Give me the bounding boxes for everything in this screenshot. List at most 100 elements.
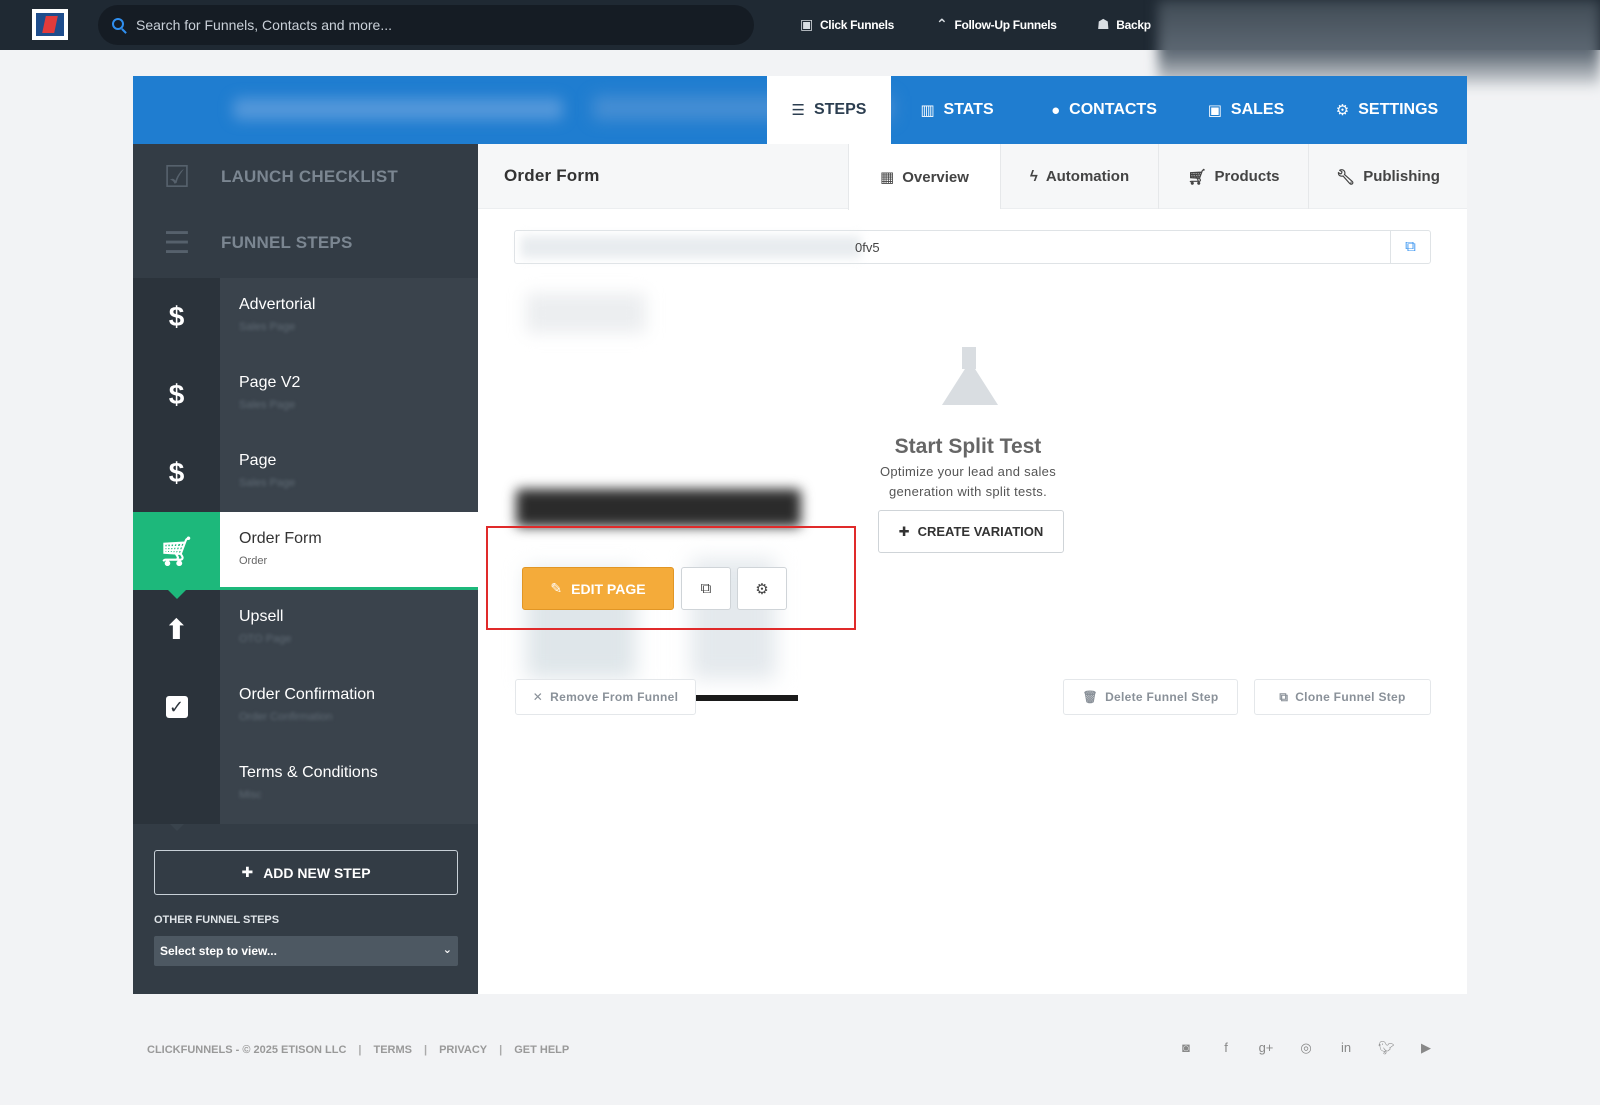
copy-icon: ⧉ (1279, 689, 1289, 704)
backpack-icon: ☗ (1097, 16, 1110, 32)
search-input[interactable] (136, 5, 736, 45)
step-icon-order-form[interactable]: 🛒︎ (133, 512, 220, 599)
follow-up-icon: ⌃ (936, 16, 948, 32)
global-search[interactable] (98, 5, 754, 45)
funnel-name-blurred (233, 98, 563, 120)
step-detail-panel: Order Form ▦ Overview ϟ Automation 🛒︎ Pr… (478, 144, 1467, 994)
clone-funnel-step-button[interactable]: ⧉ Clone Funnel Step (1254, 679, 1431, 715)
split-test-panel: Start Split Test Optimize your lead and … (863, 347, 1073, 502)
tab-sales[interactable]: ▣ SALES (1185, 76, 1307, 144)
footer-privacy-link[interactable]: PRIVACY (439, 1044, 487, 1056)
subtab-products-label: Products (1214, 168, 1280, 185)
subtab-automation[interactable]: ϟ Automation (1000, 144, 1158, 209)
instagram-icon[interactable]: ◎ (1298, 1040, 1314, 1056)
top-navbar: ▣ Click Funnels ⌃ Follow-Up Funnels ☗ Ba… (0, 0, 1600, 86)
footer-help-link[interactable]: GET HELP (514, 1044, 569, 1056)
subtab-products[interactable]: 🛒︎ Products (1158, 144, 1308, 209)
bolt-icon: ϟ (1029, 168, 1038, 185)
delete-funnel-step-button[interactable]: 🗑︎ Delete Funnel Step (1063, 679, 1238, 715)
linkedin-icon[interactable]: in (1338, 1040, 1354, 1056)
step-subtitle: Sales Page (239, 399, 296, 411)
step-title: Order Confirmation (239, 686, 376, 703)
other-steps-select[interactable]: Select step to view... ⌄ (154, 936, 458, 966)
footer-separator: | (423, 1044, 428, 1056)
menu-icon: ☰ (163, 226, 191, 260)
tab-contacts-label: CONTACTS (1069, 101, 1157, 118)
sidebar-step-order-form[interactable]: Order Form Order (220, 512, 478, 590)
step-title: Order Form (239, 530, 322, 547)
youtube-icon[interactable]: ▶ (1418, 1040, 1434, 1056)
rss-icon[interactable]: ◙ (1178, 1040, 1194, 1056)
nav-follow-up-funnels[interactable]: ⌃ Follow-Up Funnels (936, 16, 1057, 33)
close-icon: ✕ (532, 690, 544, 704)
footer-copyright: CLICKFUNNELS - © 2025 ETISON LLC (147, 1044, 347, 1056)
flask-icon (938, 347, 998, 409)
subtab-publishing-label: Publishing (1363, 168, 1440, 185)
external-link-icon[interactable]: ⧉ (1390, 231, 1430, 263)
account-area-blurred (1158, 0, 1600, 86)
nav-backpack[interactable]: ☗ Backp (1097, 16, 1151, 33)
google-plus-icon[interactable]: g+ (1258, 1040, 1274, 1056)
cart-icon: 🛒︎ (1187, 168, 1207, 186)
twitter-icon[interactable]: 🐦︎ (1378, 1040, 1395, 1056)
funnel-steps-label: FUNNEL STEPS (221, 233, 353, 252)
tab-stats[interactable]: ▥ STATS (891, 76, 1023, 144)
sidebar-step-page-v2[interactable]: Page V2 Sales Page (220, 356, 478, 434)
remove-from-funnel-button[interactable]: ✕ Remove From Funnel (515, 679, 696, 715)
facebook-icon[interactable]: f (1218, 1040, 1234, 1056)
dollar-icon: $ (168, 379, 185, 410)
step-subtitle: Misc (239, 789, 262, 801)
arrow-up-icon: ⬆ (164, 613, 189, 645)
footer-separator: | (499, 1044, 503, 1056)
page-settings-button[interactable]: ⚙ (737, 567, 787, 610)
clickfunnels-logo[interactable] (32, 9, 68, 40)
nav-backpack-label: Backp (1116, 17, 1151, 32)
edit-page-label: EDIT PAGE (571, 580, 646, 597)
sidebar-step-upsell[interactable]: Upsell OTO Page (220, 590, 478, 668)
launch-checklist[interactable]: ☑ LAUNCH CHECKLIST (133, 144, 478, 210)
subtab-publishing[interactable]: 🔧︎ Publishing (1308, 144, 1467, 209)
page-preview-thumbnail[interactable] (516, 289, 801, 699)
subtab-overview-label: Overview (902, 168, 969, 186)
tab-contacts[interactable]: ● CONTACTS (1023, 76, 1185, 144)
checkbox-icon: ✓ (165, 696, 188, 718)
plus-icon: ✚ (898, 523, 910, 539)
chevron-down-icon: ⌄ (442, 944, 452, 956)
step-subtitle: Sales Page (239, 321, 296, 333)
step-title: Page V2 (239, 374, 301, 391)
step-icon-terms[interactable] (133, 746, 220, 831)
external-link-icon: ⧉ (700, 580, 712, 597)
sidebar-step-terms[interactable]: Terms & Conditions Misc (220, 746, 478, 824)
add-new-step-button[interactable]: ✚ ADD NEW STEP (154, 850, 458, 895)
step-icon-order-confirmation[interactable]: ✓ (133, 668, 220, 753)
tab-steps[interactable]: ☰ STEPS (767, 76, 891, 144)
sidebar-step-advertorial[interactable]: Advertorial Sales Page (220, 278, 478, 356)
tab-steps-label: STEPS (813, 101, 867, 118)
subtab-automation-label: Automation (1045, 168, 1130, 185)
page-url-field[interactable]: 0fv5 ⧉ (514, 230, 1431, 264)
step-icon-page[interactable]: $ (133, 434, 220, 519)
wrench-icon: 🔧︎ (1336, 168, 1356, 186)
nav-click-funnels-label: Click Funnels (819, 17, 895, 32)
tab-sales-label: SALES (1230, 101, 1285, 118)
step-icon-upsell[interactable]: ⬆ (133, 590, 220, 675)
bar-chart-icon: ▥ (920, 102, 935, 119)
url-text: 0fv5 (855, 240, 880, 255)
sidebar-step-page[interactable]: Page Sales Page (220, 434, 478, 512)
tab-settings[interactable]: ⚙ SETTINGS (1307, 76, 1467, 144)
create-variation-button[interactable]: ✚ CREATE VARIATION (878, 510, 1064, 553)
step-subtitle: Order Confirmation (239, 711, 333, 723)
grid-icon: ▦ (880, 169, 895, 186)
search-icon (112, 18, 124, 30)
step-icon-advertorial[interactable]: $ (133, 278, 220, 363)
step-icon-page-v2[interactable]: $ (133, 356, 220, 441)
sidebar-step-order-confirmation[interactable]: Order Confirmation Order Confirmation (220, 668, 478, 746)
open-page-button[interactable]: ⧉ (681, 567, 731, 610)
list-icon: ☰ (791, 102, 805, 119)
funnel-steps-sidebar: ☑ LAUNCH CHECKLIST ☰ FUNNEL STEPS $ Adve… (133, 144, 478, 994)
nav-click-funnels[interactable]: ▣ Click Funnels (800, 16, 894, 33)
select-value: Select step to view... (160, 944, 277, 958)
edit-page-button[interactable]: ✎ EDIT PAGE (522, 567, 674, 610)
footer-terms-link[interactable]: TERMS (373, 1044, 412, 1056)
subtab-overview[interactable]: ▦ Overview (848, 144, 1000, 210)
